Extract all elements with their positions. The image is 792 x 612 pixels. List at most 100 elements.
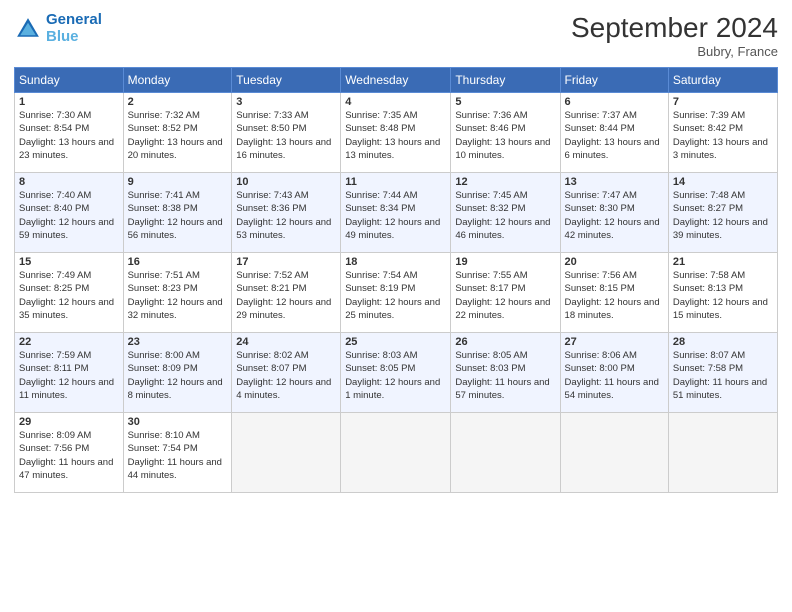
day-info: Sunrise: 7:41 AM Sunset: 8:38 PM Dayligh…: [128, 189, 228, 242]
day-cell: 3 Sunrise: 7:33 AM Sunset: 8:50 PM Dayli…: [232, 93, 341, 173]
day-cell: 14 Sunrise: 7:48 AM Sunset: 8:27 PM Dayl…: [668, 173, 777, 253]
sunrise-label: Sunrise: 7:54 AM: [345, 270, 417, 281]
sunset-label: Sunset: 8:46 PM: [455, 123, 525, 134]
logo: General Blue: [14, 12, 102, 45]
header-tuesday: Tuesday: [232, 68, 341, 93]
daylight-label: Daylight: 12 hours and 42 minutes.: [565, 217, 660, 241]
day-info: Sunrise: 7:40 AM Sunset: 8:40 PM Dayligh…: [19, 189, 119, 242]
day-number: 28: [673, 336, 773, 348]
sunrise-label: Sunrise: 7:49 AM: [19, 270, 91, 281]
sunrise-label: Sunrise: 7:40 AM: [19, 190, 91, 201]
day-number: 14: [673, 176, 773, 188]
day-info: Sunrise: 7:51 AM Sunset: 8:23 PM Dayligh…: [128, 269, 228, 322]
sunset-label: Sunset: 8:40 PM: [19, 203, 89, 214]
calendar: Sunday Monday Tuesday Wednesday Thursday…: [14, 67, 778, 493]
day-number: 23: [128, 336, 228, 348]
day-info: Sunrise: 7:33 AM Sunset: 8:50 PM Dayligh…: [236, 109, 336, 162]
sunrise-label: Sunrise: 7:30 AM: [19, 110, 91, 121]
day-info: Sunrise: 7:47 AM Sunset: 8:30 PM Dayligh…: [565, 189, 664, 242]
sunrise-label: Sunrise: 7:35 AM: [345, 110, 417, 121]
sunrise-label: Sunrise: 7:45 AM: [455, 190, 527, 201]
daylight-label: Daylight: 13 hours and 16 minutes.: [236, 137, 331, 161]
sunset-label: Sunset: 8:25 PM: [19, 283, 89, 294]
daylight-label: Daylight: 12 hours and 46 minutes.: [455, 217, 550, 241]
day-number: 27: [565, 336, 664, 348]
day-info: Sunrise: 8:10 AM Sunset: 7:54 PM Dayligh…: [128, 429, 228, 482]
day-cell: 20 Sunrise: 7:56 AM Sunset: 8:15 PM Dayl…: [560, 253, 668, 333]
header-wednesday: Wednesday: [341, 68, 451, 93]
day-cell: [668, 413, 777, 493]
daylight-label: Daylight: 12 hours and 22 minutes.: [455, 297, 550, 321]
day-number: 18: [345, 256, 446, 268]
sunrise-label: Sunrise: 8:05 AM: [455, 350, 527, 361]
daylight-label: Daylight: 12 hours and 11 minutes.: [19, 377, 114, 401]
sunset-label: Sunset: 8:44 PM: [565, 123, 635, 134]
day-info: Sunrise: 8:09 AM Sunset: 7:56 PM Dayligh…: [19, 429, 119, 482]
header-friday: Friday: [560, 68, 668, 93]
day-cell: 25 Sunrise: 8:03 AM Sunset: 8:05 PM Dayl…: [341, 333, 451, 413]
daylight-label: Daylight: 11 hours and 54 minutes.: [565, 377, 659, 401]
daylight-label: Daylight: 12 hours and 8 minutes.: [128, 377, 223, 401]
day-info: Sunrise: 7:32 AM Sunset: 8:52 PM Dayligh…: [128, 109, 228, 162]
sunrise-label: Sunrise: 7:44 AM: [345, 190, 417, 201]
sunset-label: Sunset: 8:34 PM: [345, 203, 415, 214]
header-thursday: Thursday: [451, 68, 560, 93]
day-cell: 11 Sunrise: 7:44 AM Sunset: 8:34 PM Dayl…: [341, 173, 451, 253]
day-cell: 5 Sunrise: 7:36 AM Sunset: 8:46 PM Dayli…: [451, 93, 560, 173]
weekday-header-row: Sunday Monday Tuesday Wednesday Thursday…: [15, 68, 778, 93]
day-info: Sunrise: 8:07 AM Sunset: 7:58 PM Dayligh…: [673, 349, 773, 402]
day-cell: 12 Sunrise: 7:45 AM Sunset: 8:32 PM Dayl…: [451, 173, 560, 253]
week-row-2: 15 Sunrise: 7:49 AM Sunset: 8:25 PM Dayl…: [15, 253, 778, 333]
sunset-label: Sunset: 8:13 PM: [673, 283, 743, 294]
sunrise-label: Sunrise: 8:06 AM: [565, 350, 637, 361]
day-number: 19: [455, 256, 555, 268]
day-number: 2: [128, 96, 228, 108]
day-info: Sunrise: 8:02 AM Sunset: 8:07 PM Dayligh…: [236, 349, 336, 402]
day-cell: 23 Sunrise: 8:00 AM Sunset: 8:09 PM Dayl…: [123, 333, 232, 413]
sunrise-label: Sunrise: 8:09 AM: [19, 430, 91, 441]
day-cell: 27 Sunrise: 8:06 AM Sunset: 8:00 PM Dayl…: [560, 333, 668, 413]
day-info: Sunrise: 7:44 AM Sunset: 8:34 PM Dayligh…: [345, 189, 446, 242]
sunset-label: Sunset: 8:36 PM: [236, 203, 306, 214]
daylight-label: Daylight: 11 hours and 47 minutes.: [19, 457, 113, 481]
sunset-label: Sunset: 8:03 PM: [455, 363, 525, 374]
day-info: Sunrise: 8:03 AM Sunset: 8:05 PM Dayligh…: [345, 349, 446, 402]
day-number: 5: [455, 96, 555, 108]
sunset-label: Sunset: 8:19 PM: [345, 283, 415, 294]
day-info: Sunrise: 7:36 AM Sunset: 8:46 PM Dayligh…: [455, 109, 555, 162]
day-cell: 10 Sunrise: 7:43 AM Sunset: 8:36 PM Dayl…: [232, 173, 341, 253]
day-cell: 29 Sunrise: 8:09 AM Sunset: 7:56 PM Dayl…: [15, 413, 124, 493]
day-cell: 15 Sunrise: 7:49 AM Sunset: 8:25 PM Dayl…: [15, 253, 124, 333]
daylight-label: Daylight: 13 hours and 23 minutes.: [19, 137, 114, 161]
sunset-label: Sunset: 8:09 PM: [128, 363, 198, 374]
daylight-label: Daylight: 12 hours and 49 minutes.: [345, 217, 440, 241]
header-monday: Monday: [123, 68, 232, 93]
day-cell: 16 Sunrise: 7:51 AM Sunset: 8:23 PM Dayl…: [123, 253, 232, 333]
sunset-label: Sunset: 8:30 PM: [565, 203, 635, 214]
sunrise-label: Sunrise: 7:51 AM: [128, 270, 200, 281]
day-info: Sunrise: 7:35 AM Sunset: 8:48 PM Dayligh…: [345, 109, 446, 162]
sunrise-label: Sunrise: 7:55 AM: [455, 270, 527, 281]
day-cell: 1 Sunrise: 7:30 AM Sunset: 8:54 PM Dayli…: [15, 93, 124, 173]
daylight-label: Daylight: 12 hours and 53 minutes.: [236, 217, 331, 241]
day-number: 30: [128, 416, 228, 428]
day-cell: [232, 413, 341, 493]
day-cell: 2 Sunrise: 7:32 AM Sunset: 8:52 PM Dayli…: [123, 93, 232, 173]
daylight-label: Daylight: 13 hours and 3 minutes.: [673, 137, 768, 161]
header-sunday: Sunday: [15, 68, 124, 93]
day-number: 17: [236, 256, 336, 268]
daylight-label: Daylight: 12 hours and 35 minutes.: [19, 297, 114, 321]
daylight-label: Daylight: 12 hours and 56 minutes.: [128, 217, 223, 241]
day-info: Sunrise: 7:55 AM Sunset: 8:17 PM Dayligh…: [455, 269, 555, 322]
week-row-4: 29 Sunrise: 8:09 AM Sunset: 7:56 PM Dayl…: [15, 413, 778, 493]
day-cell: 6 Sunrise: 7:37 AM Sunset: 8:44 PM Dayli…: [560, 93, 668, 173]
daylight-label: Daylight: 13 hours and 10 minutes.: [455, 137, 550, 161]
sunrise-label: Sunrise: 7:32 AM: [128, 110, 200, 121]
day-number: 1: [19, 96, 119, 108]
sunset-label: Sunset: 7:56 PM: [19, 443, 89, 454]
daylight-label: Daylight: 12 hours and 25 minutes.: [345, 297, 440, 321]
day-cell: 30 Sunrise: 8:10 AM Sunset: 7:54 PM Dayl…: [123, 413, 232, 493]
day-info: Sunrise: 7:39 AM Sunset: 8:42 PM Dayligh…: [673, 109, 773, 162]
sunrise-label: Sunrise: 7:41 AM: [128, 190, 200, 201]
day-cell: 19 Sunrise: 7:55 AM Sunset: 8:17 PM Dayl…: [451, 253, 560, 333]
